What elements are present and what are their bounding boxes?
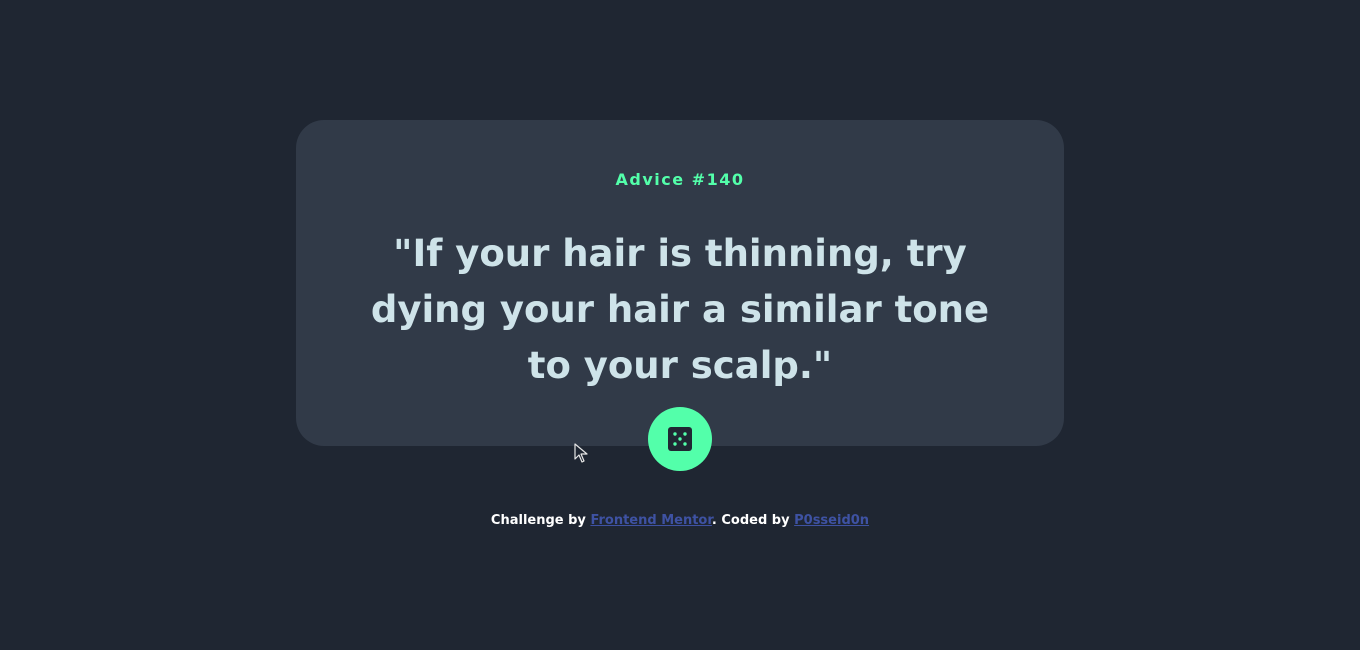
frontend-mentor-link[interactable]: Frontend Mentor [590,513,711,528]
advice-card: Advice #140 "If your hair is thinning, t… [296,120,1064,446]
dice-icon [668,427,692,451]
footer-middle: . Coded by [711,513,795,528]
generate-advice-button[interactable] [648,407,712,471]
advice-quote: "If your hair is thinning, try dying you… [370,232,990,387]
advice-id: Advice #140 [615,170,745,189]
attribution-footer: Challenge by Frontend Mentor. Coded by P… [0,513,1360,528]
footer-prefix: Challenge by [490,513,591,528]
author-link[interactable]: P0sseid0n [794,513,869,528]
mouse-cursor-icon [574,443,588,463]
